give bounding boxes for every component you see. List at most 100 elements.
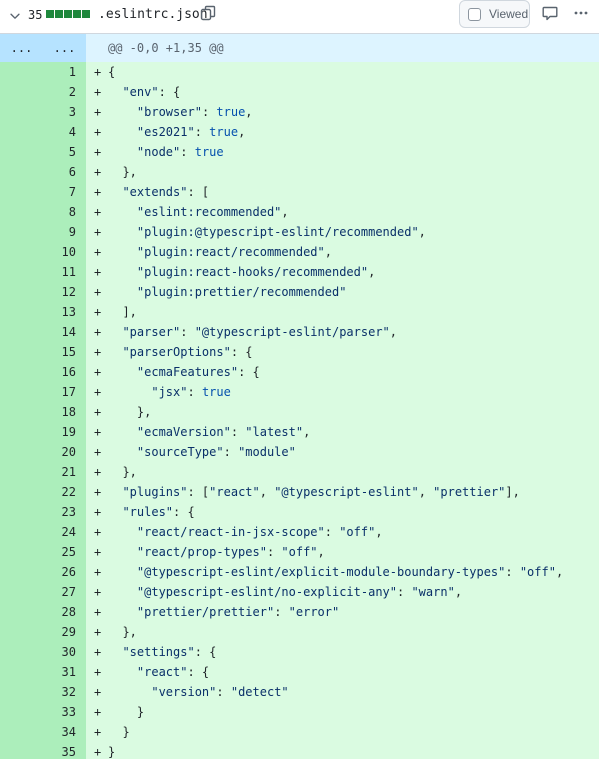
new-line-number[interactable]: 1 [43,62,86,82]
new-line-number[interactable]: 9 [43,222,86,242]
code-text: { [108,65,116,79]
line-number-gutter[interactable]: 35 [0,742,86,759]
line-number-gutter[interactable]: 13 [0,302,86,322]
new-line-number[interactable]: 25 [43,542,86,562]
new-line-number[interactable]: 17 [43,382,86,402]
new-line-number[interactable]: 22 [43,482,86,502]
line-number-gutter[interactable]: 25 [0,542,86,562]
new-line-number[interactable]: 34 [43,722,86,742]
line-number-gutter[interactable]: 30 [0,642,86,662]
line-number-gutter[interactable]: 32 [0,682,86,702]
line-number-gutter[interactable]: 26 [0,562,86,582]
diff-line: 30 + "settings": { [0,642,599,662]
line-number-gutter[interactable]: 6 [0,162,86,182]
line-number-gutter[interactable]: 23 [0,502,86,522]
new-line-number[interactable]: 24 [43,522,86,542]
line-number-gutter[interactable]: 21 [0,462,86,482]
expand-up-button[interactable]: ... [0,41,43,55]
code-text: "plugins": ["react", "@typescript-eslint… [122,485,520,499]
new-line-number[interactable]: 16 [43,362,86,382]
new-line-number[interactable]: 32 [43,682,86,702]
new-line-number[interactable]: 26 [43,562,86,582]
line-number-gutter[interactable]: 12 [0,282,86,302]
new-line-number[interactable]: 21 [43,462,86,482]
diffstat-block [55,10,63,18]
line-number-gutter[interactable]: 8 [0,202,86,222]
diff-line: 11 + "plugin:react-hooks/recommended", [0,262,599,282]
expand-gutter[interactable]: ... ... [0,34,86,62]
new-line-number[interactable]: 12 [43,282,86,302]
line-number-gutter[interactable]: 28 [0,602,86,622]
diffstat-bar [46,10,90,18]
old-line-number [0,382,43,402]
line-number-gutter[interactable]: 27 [0,582,86,602]
line-number-gutter[interactable]: 33 [0,702,86,722]
new-line-number[interactable]: 19 [43,422,86,442]
addition-marker: + [94,65,102,79]
line-number-gutter[interactable]: 18 [0,402,86,422]
line-number-gutter[interactable]: 14 [0,322,86,342]
line-number-gutter[interactable]: 17 [0,382,86,402]
line-number-gutter[interactable]: 7 [0,182,86,202]
addition-marker: + [94,605,102,619]
line-number-gutter[interactable]: 20 [0,442,86,462]
line-number-gutter[interactable]: 3 [0,102,86,122]
line-number-gutter[interactable]: 2 [0,82,86,102]
line-number-gutter[interactable]: 15 [0,342,86,362]
line-number-gutter[interactable]: 31 [0,662,86,682]
new-line-number[interactable]: 3 [43,102,86,122]
line-number-gutter[interactable]: 24 [0,522,86,542]
diff-line: 3 + "browser": true, [0,102,599,122]
new-line-number[interactable]: 18 [43,402,86,422]
line-number-gutter[interactable]: 34 [0,722,86,742]
line-number-gutter[interactable]: 11 [0,262,86,282]
old-line-number [0,402,43,422]
comment-icon[interactable] [542,5,558,21]
line-number-gutter[interactable]: 1 [0,62,86,82]
viewed-toggle-button[interactable]: Viewed [459,0,530,28]
new-line-number[interactable]: 35 [43,742,86,759]
kebab-horizontal-icon[interactable] [573,5,589,21]
diff-line: 5 + "node": true [0,142,599,162]
code-line: + "react": { [86,662,599,682]
new-line-number[interactable]: 4 [43,122,86,142]
line-number-gutter[interactable]: 9 [0,222,86,242]
line-number-gutter[interactable]: 19 [0,422,86,442]
new-line-number[interactable]: 30 [43,642,86,662]
new-line-number[interactable]: 28 [43,602,86,622]
new-line-number[interactable]: 23 [43,502,86,522]
line-number-gutter[interactable]: 22 [0,482,86,502]
expand-down-button[interactable]: ... [43,41,86,55]
code-text: "env": { [122,85,181,99]
line-number-gutter[interactable]: 10 [0,242,86,262]
old-line-number [0,242,43,262]
file-name-link[interactable]: .eslintrc.json [98,7,208,22]
new-line-number[interactable]: 31 [43,662,86,682]
code-text: "plugin:prettier/recommended" [136,285,347,299]
new-line-number[interactable]: 33 [43,702,86,722]
new-line-number[interactable]: 5 [43,142,86,162]
viewed-checkbox[interactable] [468,7,481,21]
copy-icon[interactable] [200,5,216,21]
hunk-header-row: ... ... @@ -0,0 +1,35 @@ [0,34,599,62]
new-line-number[interactable]: 20 [43,442,86,462]
new-line-number[interactable]: 29 [43,622,86,642]
line-number-gutter[interactable]: 4 [0,122,86,142]
code-text: "react": { [136,665,210,679]
chevron-down-icon[interactable] [8,9,22,23]
line-number-gutter[interactable]: 29 [0,622,86,642]
new-line-number[interactable]: 2 [43,82,86,102]
new-line-number[interactable]: 15 [43,342,86,362]
diffstat-block [46,10,54,18]
new-line-number[interactable]: 27 [43,582,86,602]
new-line-number[interactable]: 10 [43,242,86,262]
new-line-number[interactable]: 7 [43,182,86,202]
new-line-number[interactable]: 11 [43,262,86,282]
new-line-number[interactable]: 14 [43,322,86,342]
line-number-gutter[interactable]: 5 [0,142,86,162]
new-line-number[interactable]: 13 [43,302,86,322]
code-line: + "@typescript-eslint/no-explicit-any": … [86,582,599,602]
new-line-number[interactable]: 6 [43,162,86,182]
line-number-gutter[interactable]: 16 [0,362,86,382]
new-line-number[interactable]: 8 [43,202,86,222]
